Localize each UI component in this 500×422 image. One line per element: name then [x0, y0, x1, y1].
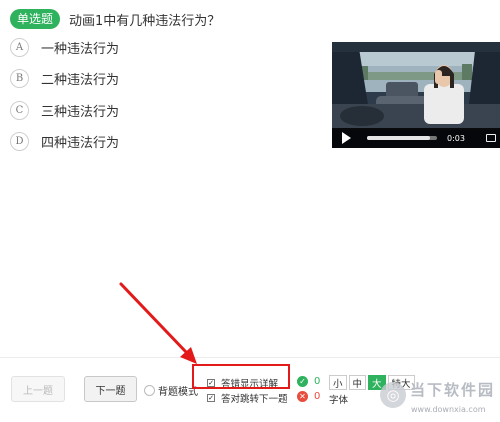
option-a[interactable]: A 一种违法行为 — [10, 37, 119, 57]
cross-icon: ✕ — [297, 391, 308, 402]
option-key: C — [10, 100, 29, 120]
watermark-url: www.downxia.com — [411, 405, 486, 414]
next-question-button[interactable]: 下一题 — [84, 376, 137, 402]
question-header: 单选题 动画1中有几种违法行为？ — [10, 8, 220, 30]
font-size-xlarge-button[interactable]: 特大 — [387, 375, 415, 390]
recite-mode-radio[interactable] — [144, 385, 155, 396]
correct-count: ✓ 0 — [297, 376, 320, 387]
font-size-label: 字体 — [329, 395, 349, 406]
answer-options: A 一种违法行为 B 二种违法行为 C 三种违法行为 D 四种违法行为 — [10, 37, 119, 163]
video-controls: 0:03 — [332, 128, 500, 148]
check-icon: ✓ — [297, 376, 308, 387]
option-label: 二种违法行为 — [41, 73, 120, 88]
option-b[interactable]: B 二种违法行为 — [10, 69, 119, 89]
option-key: A — [10, 37, 29, 57]
wrong-count-value: 0 — [314, 391, 321, 402]
correct-count-value: 0 — [314, 376, 321, 387]
option-label: 四种违法行为 — [41, 136, 120, 151]
recite-mode-toggle[interactable]: 背题模式 — [144, 383, 198, 398]
font-size-medium-button[interactable]: 中 — [348, 375, 367, 390]
option-label: 三种违法行为 — [41, 104, 120, 120]
play-icon[interactable] — [342, 132, 351, 144]
video-progress-bar[interactable] — [367, 136, 437, 140]
option-key: B — [10, 69, 29, 88]
watermark-name: 当下软件园 — [410, 381, 496, 399]
font-size-large-button[interactable]: 大 — [368, 375, 386, 390]
option-d[interactable]: D 四种违法行为 — [10, 132, 119, 152]
video-extra-controls — [486, 134, 496, 142]
wrong-count: ✕ 0 — [297, 391, 320, 402]
annotation-highlight-box — [192, 364, 290, 389]
fullscreen-icon[interactable] — [486, 134, 496, 142]
question-type-badge: 单选题 — [10, 9, 61, 29]
footer-divider — [0, 357, 500, 358]
video-progress-fill — [367, 136, 430, 140]
question-text: 动画1中有几种违法行为？ — [69, 13, 221, 29]
video-frame-driver-scene — [332, 42, 500, 130]
auto-next-option[interactable]: ✓ 答对跳转下一题 — [207, 391, 288, 405]
option-key: D — [10, 132, 29, 151]
font-size-small-button[interactable]: 小 — [329, 375, 347, 390]
auto-next-checkbox[interactable]: ✓ — [207, 394, 215, 402]
previous-question-button[interactable]: 上一题 — [11, 376, 65, 402]
option-label: 一种违法行为 — [41, 41, 120, 57]
option-c[interactable]: C 三种违法行为 — [10, 100, 119, 120]
animation-video-player[interactable]: 0:03 — [332, 42, 500, 148]
font-size-selector: 小 中 大 特大 — [329, 375, 417, 390]
auto-next-label: 答对跳转下一题 — [221, 394, 288, 405]
video-time: 0:03 — [447, 133, 465, 143]
